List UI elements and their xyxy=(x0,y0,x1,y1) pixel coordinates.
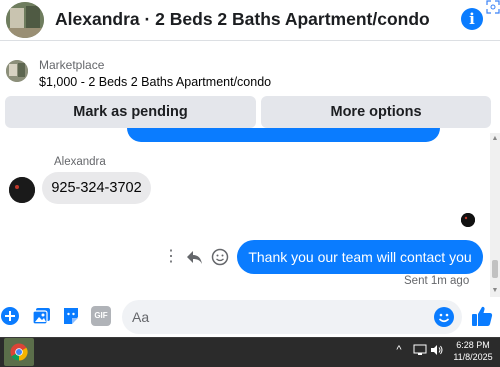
sender-name: Alexandra xyxy=(54,156,106,168)
conversation-title: Alexandra · 2 Beds 2 Baths Apartment/con… xyxy=(55,9,430,29)
marketplace-label: Marketplace xyxy=(39,58,105,72)
clock-date[interactable]: 11/8/2025 xyxy=(449,352,497,362)
listing-title[interactable]: $1,000 - 2 Beds 2 Baths Apartment/condo xyxy=(39,75,271,89)
outgoing-message-bubble[interactable]: Thank you our team will contact you xyxy=(237,240,483,274)
scroll-up-arrow-icon[interactable]: ▲ xyxy=(490,134,500,144)
network-icon[interactable] xyxy=(413,344,427,356)
plus-icon[interactable] xyxy=(0,306,20,326)
sent-status: Sent 1m ago xyxy=(404,275,470,287)
reply-icon[interactable] xyxy=(185,248,203,266)
listing-thumbnail[interactable] xyxy=(6,60,28,82)
gif-icon[interactable]: GIF xyxy=(91,306,111,326)
volume-icon[interactable] xyxy=(430,344,444,356)
info-icon[interactable]: i xyxy=(461,8,483,30)
thumbs-up-icon[interactable] xyxy=(470,304,494,328)
emoji-icon[interactable] xyxy=(433,306,455,328)
message-input[interactable] xyxy=(122,300,462,334)
scrollbar-thumb[interactable] xyxy=(492,260,498,278)
incoming-message-bubble[interactable]: 925-324-3702 xyxy=(42,172,151,204)
previous-outgoing-bubble xyxy=(127,128,440,142)
tray-overflow-chevron-icon[interactable]: ^ xyxy=(393,343,405,357)
sticker-icon[interactable] xyxy=(61,306,81,326)
scroll-down-arrow-icon[interactable]: ▼ xyxy=(490,286,500,296)
screenshot-icon[interactable] xyxy=(486,0,500,14)
clock-time[interactable]: 6:28 PM xyxy=(452,340,494,350)
seen-indicator-avatar xyxy=(461,213,475,227)
sender-avatar[interactable] xyxy=(9,177,35,203)
more-options-button[interactable]: More options xyxy=(261,96,491,128)
react-emoji-icon[interactable] xyxy=(211,248,229,266)
profile-avatar[interactable] xyxy=(6,2,44,38)
chrome-icon[interactable] xyxy=(10,343,28,361)
mark-as-pending-button[interactable]: Mark as pending xyxy=(5,96,256,128)
more-actions-icon[interactable]: ⋮ xyxy=(163,248,179,266)
photo-icon[interactable] xyxy=(32,306,52,326)
